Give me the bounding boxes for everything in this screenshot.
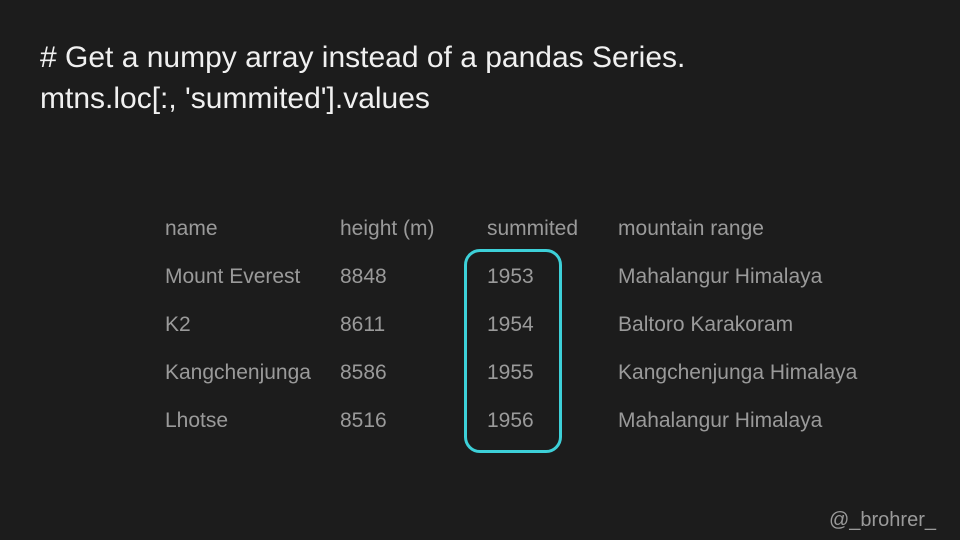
data-table-wrap: name height (m) summited mountain range … xyxy=(165,205,877,445)
slide: # Get a numpy array instead of a pandas … xyxy=(0,0,960,540)
code-line-2: mtns.loc[:, 'summited'].values xyxy=(40,79,920,120)
cell-range: Baltoro Karakoram xyxy=(600,301,877,349)
header-name: name xyxy=(165,205,340,253)
cell-summited: 1954 xyxy=(465,301,600,349)
table-row: Lhotse 8516 1956 Mahalangur Himalaya xyxy=(165,397,877,445)
cell-height: 8848 xyxy=(340,253,465,301)
table-header-row: name height (m) summited mountain range xyxy=(165,205,877,253)
cell-summited: 1956 xyxy=(465,397,600,445)
table-row: Mount Everest 8848 1953 Mahalangur Himal… xyxy=(165,253,877,301)
cell-range: Mahalangur Himalaya xyxy=(600,397,877,445)
cell-summited: 1953 xyxy=(465,253,600,301)
cell-summited: 1955 xyxy=(465,349,600,397)
cell-name: Kangchenjunga xyxy=(165,349,340,397)
cell-height: 8586 xyxy=(340,349,465,397)
credit: @_brohrer_ xyxy=(829,509,936,532)
cell-name: Mount Everest xyxy=(165,253,340,301)
header-height: height (m) xyxy=(340,205,465,253)
header-range: mountain range xyxy=(600,205,877,253)
cell-name: K2 xyxy=(165,301,340,349)
data-table: name height (m) summited mountain range … xyxy=(165,205,877,445)
code-line-1: # Get a numpy array instead of a pandas … xyxy=(40,38,920,79)
cell-range: Kangchenjunga Himalaya xyxy=(600,349,877,397)
table-row: Kangchenjunga 8586 1955 Kangchenjunga Hi… xyxy=(165,349,877,397)
header-summited: summited xyxy=(465,205,600,253)
table-row: K2 8611 1954 Baltoro Karakoram xyxy=(165,301,877,349)
cell-height: 8611 xyxy=(340,301,465,349)
code-block: # Get a numpy array instead of a pandas … xyxy=(40,38,920,119)
cell-name: Lhotse xyxy=(165,397,340,445)
cell-range: Mahalangur Himalaya xyxy=(600,253,877,301)
cell-height: 8516 xyxy=(340,397,465,445)
